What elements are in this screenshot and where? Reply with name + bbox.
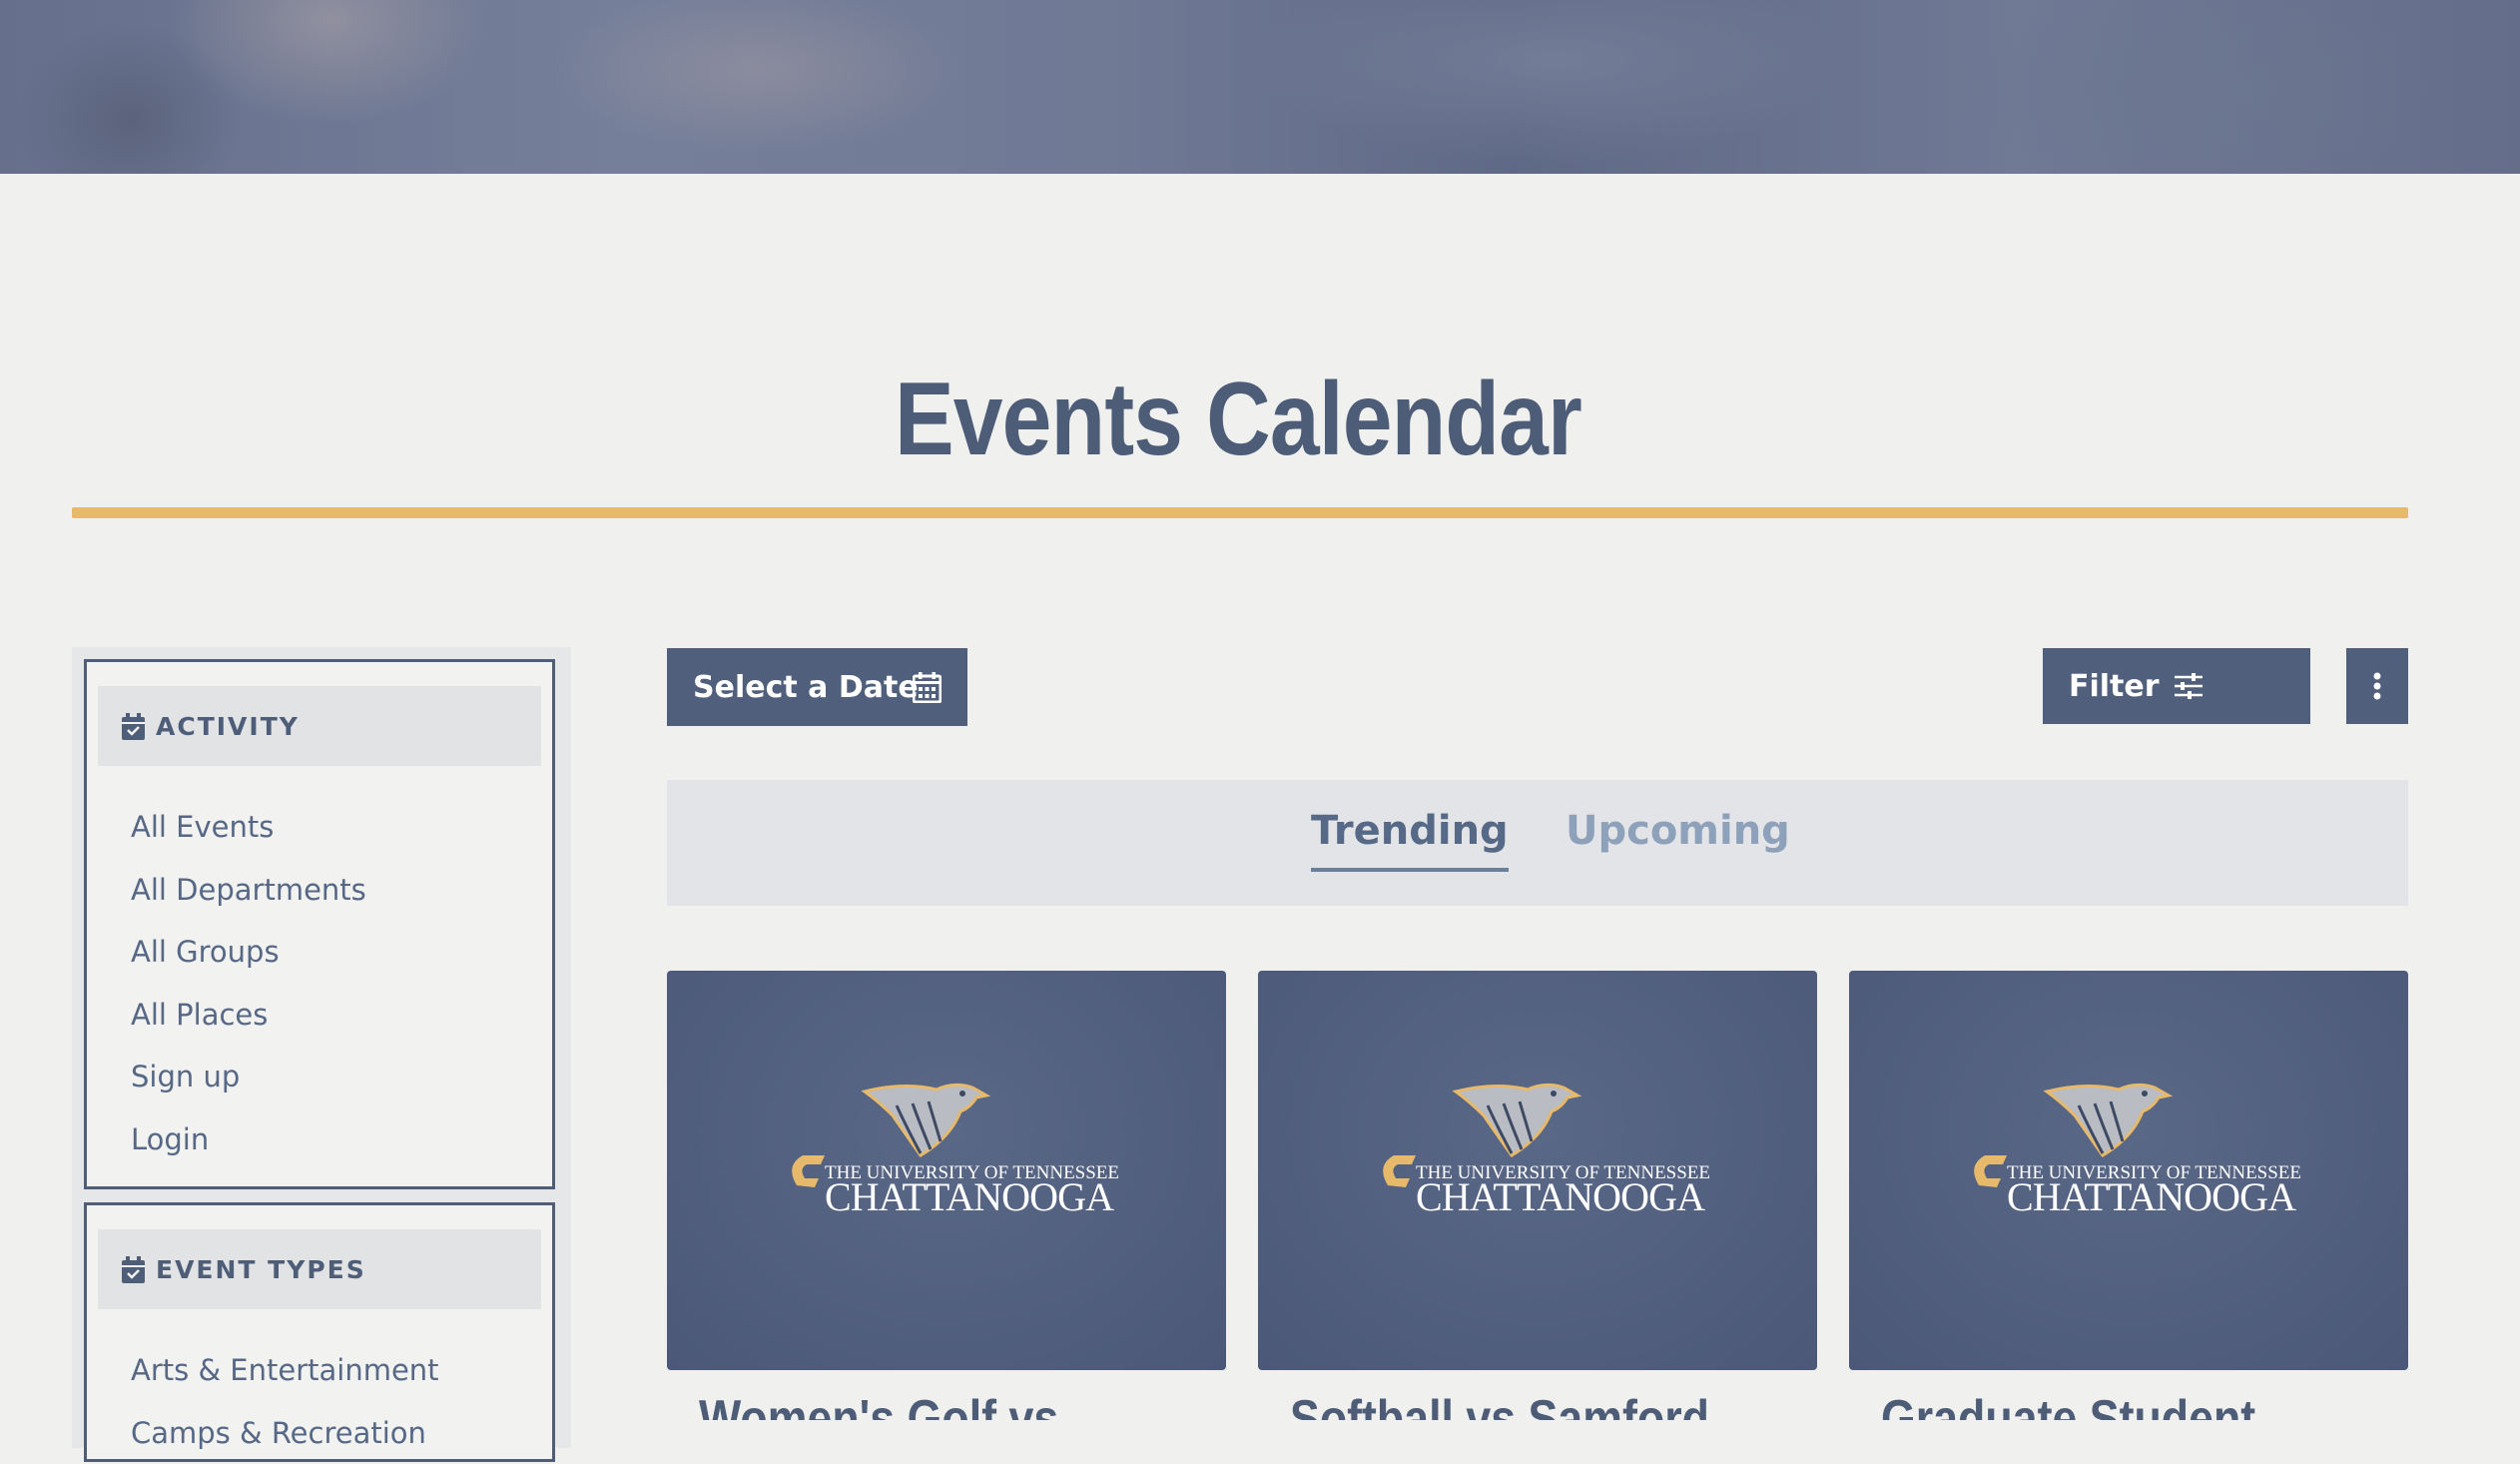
- sidebar-item-login[interactable]: Login: [87, 1108, 552, 1171]
- sidebar: ACTIVITY All Events All Departments All …: [72, 647, 571, 1448]
- calendar-icon: [913, 672, 942, 703]
- event-types-nav: Arts & Entertainment Camps & Recreation: [87, 1339, 552, 1464]
- sidebar-item-arts-entertainment[interactable]: Arts & Entertainment: [87, 1339, 552, 1402]
- activity-header: ACTIVITY: [98, 686, 541, 766]
- sidebar-item-all-places[interactable]: All Places: [87, 984, 552, 1047]
- event-image: THE UNIVERSITY OF TENNESSEE CHATTANOOGA: [1258, 971, 1817, 1370]
- event-title[interactable]: Women's Golf vs: [699, 1375, 1058, 1420]
- event-card[interactable]: THE UNIVERSITY OF TENNESSEE CHATTANOOGA …: [1258, 971, 1817, 1448]
- tab-upcoming[interactable]: Upcoming: [1566, 808, 1790, 854]
- activity-heading: ACTIVITY: [156, 712, 300, 741]
- event-title[interactable]: Softball vs Samford: [1290, 1375, 1709, 1420]
- more-vertical-icon: [2373, 672, 2381, 700]
- tabs-bar: Trending Upcoming: [667, 780, 2408, 906]
- svg-text:CHATTANOOGA: CHATTANOOGA: [2007, 1174, 2296, 1219]
- filter-button[interactable]: Filter: [2043, 648, 2310, 724]
- sidebar-item-sign-up[interactable]: Sign up: [87, 1046, 552, 1108]
- calendar-check-icon: [122, 713, 145, 740]
- page-title: Events Calendar: [174, 360, 2303, 479]
- event-types-header: EVENT TYPES: [98, 1229, 541, 1309]
- event-title[interactable]: Graduate Student: [1881, 1375, 2255, 1420]
- sidebar-item-all-departments[interactable]: All Departments: [87, 859, 552, 922]
- utc-logo: THE UNIVERSITY OF TENNESSEE CHATTANOOGA: [1358, 1066, 1717, 1225]
- activity-nav: All Events All Departments All Groups Al…: [87, 796, 552, 1170]
- event-image: THE UNIVERSITY OF TENNESSEE CHATTANOOGA: [1849, 971, 2408, 1370]
- svg-text:CHATTANOOGA: CHATTANOOGA: [1416, 1174, 1705, 1219]
- event-types-panel: EVENT TYPES Arts & Entertainment Camps &…: [84, 1202, 555, 1462]
- hero-banner: [0, 0, 2520, 174]
- more-options-button[interactable]: [2346, 648, 2408, 724]
- event-types-heading: EVENT TYPES: [156, 1255, 366, 1284]
- event-card[interactable]: THE UNIVERSITY OF TENNESSEE CHATTANOOGA …: [667, 971, 1226, 1448]
- select-date-button[interactable]: Select a Date: [667, 648, 967, 726]
- title-divider: [72, 507, 2408, 518]
- utc-logo: THE UNIVERSITY OF TENNESSEE CHATTANOOGA: [1949, 1066, 2308, 1225]
- event-card[interactable]: THE UNIVERSITY OF TENNESSEE CHATTANOOGA …: [1849, 971, 2408, 1448]
- event-image: THE UNIVERSITY OF TENNESSEE CHATTANOOGA: [667, 971, 1226, 1370]
- sidebar-item-all-events[interactable]: All Events: [87, 796, 552, 859]
- tab-trending[interactable]: Trending: [1311, 808, 1509, 854]
- sidebar-item-all-groups[interactable]: All Groups: [87, 921, 552, 984]
- activity-panel: ACTIVITY All Events All Departments All …: [84, 659, 555, 1189]
- select-date-label: Select a Date: [693, 670, 919, 705]
- svg-text:CHATTANOOGA: CHATTANOOGA: [825, 1174, 1114, 1219]
- calendar-check-icon: [122, 1256, 145, 1283]
- utc-logo: THE UNIVERSITY OF TENNESSEE CHATTANOOGA: [767, 1066, 1126, 1225]
- sliders-icon: [2174, 673, 2204, 699]
- filter-label: Filter: [2069, 669, 2160, 704]
- sidebar-item-camps-recreation[interactable]: Camps & Recreation: [87, 1402, 552, 1464]
